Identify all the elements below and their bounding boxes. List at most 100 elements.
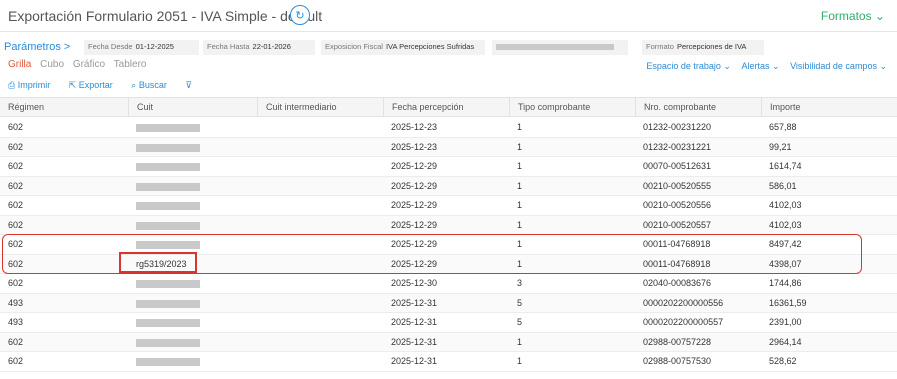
formatos-dropdown[interactable]: Formatos ⌄ [821,9,885,23]
visibilidad-campos-link[interactable]: Visibilidad de campos ⌄ [790,61,887,71]
cell-tipo-comprobante: 1 [517,141,523,152]
table-row[interactable]: 493 2025-12-31 5 0000202200000556 16361,59 [0,293,897,313]
cell-importe: 1744,86 [769,278,802,289]
cell-regimen: 602 [8,336,24,347]
parameters-link[interactable]: Parámetros > [4,41,70,53]
cell-cuit-intermediario [257,216,383,235]
cell-fecha-percepcion: 2025-12-31 [391,356,438,367]
cell-fecha-percepcion: 2025-12-31 [391,317,438,328]
cell-fecha-percepcion: 2025-12-31 [391,336,438,347]
cell-tipo-comprobante: 1 [517,219,523,230]
col-regimen[interactable]: Régimen [0,98,128,116]
cell-regimen: 602 [8,278,24,289]
cell-nro-comprobante: 01232-00231220 [643,122,712,133]
cell-regimen: 602 [8,122,24,133]
col-cuit[interactable]: Cuit [128,98,257,116]
col-nro-comprobante[interactable]: Nro. comprobante [635,98,761,116]
cell-nro-comprobante: 0000202200000557 [643,317,724,328]
buscar-button[interactable]: ⌕ Buscar [131,80,175,90]
refresh-button[interactable]: ↻ [290,5,310,25]
cell-regimen: 602 [8,180,24,191]
col-tipo-comprobante[interactable]: Tipo comprobante [509,98,635,116]
cell-fecha-percepcion: 2025-12-29 [391,200,438,211]
cell-fecha-percepcion: 2025-12-29 [391,161,438,172]
fecha-hasta-param[interactable]: Fecha Hasta 22-01-2026 [203,40,315,55]
cell-cuit [128,118,257,137]
tab-cubo[interactable]: Cubo [40,59,64,70]
cell-cuit-intermediario [257,274,383,293]
table-row[interactable]: 602 2025-12-31 1 02988-00757530 528,62 [0,352,897,372]
cell-cuit-intermediario [257,177,383,196]
refresh-icon: ↻ [295,9,305,22]
cell-importe: 2391,00 [769,317,802,328]
cell-tipo-comprobante: 1 [517,356,523,367]
cell-fecha-percepcion: 2025-12-29 [391,180,438,191]
cell-importe: 657,88 [769,122,797,133]
table-row[interactable]: 602 2025-12-29 1 00210-00520557 4102,03 [0,215,897,235]
cell-tipo-comprobante: 1 [517,180,523,191]
cell-regimen: 602 [8,356,24,367]
cell-fecha-percepcion: 2025-12-23 [391,122,438,133]
cell-nro-comprobante: 02988-00757530 [643,356,712,367]
cell-cuit-intermediario [257,313,383,332]
table-row[interactable]: 602 2025-12-30 3 02040-00083676 1744,86 [0,274,897,294]
cell-nro-comprobante: 01232-00231221 [643,141,712,152]
cell-cuit [128,313,257,332]
cell-importe: 99,21 [769,141,792,152]
table-row[interactable]: 493 2025-12-31 5 0000202200000557 2391,00 [0,313,897,333]
tab-grafico[interactable]: Gráfico [73,59,105,70]
cell-nro-comprobante: 00210-00520555 [643,180,712,191]
cell-tipo-comprobante: 1 [517,200,523,211]
cell-importe: 2964,14 [769,336,802,347]
exportar-button[interactable]: ⇱ Exportar [69,80,121,90]
cell-nro-comprobante: 0000202200000556 [643,297,724,308]
cell-cuit [128,352,257,371]
cell-cuit [128,157,257,176]
grid-toolbar: ⎙ Imprimir ⇱ Exportar ⌕ Buscar ⊽ [8,80,200,91]
cell-cuit [128,138,257,157]
cell-nro-comprobante: 00210-00520557 [643,219,712,230]
cell-cuit-intermediario [257,352,383,371]
page-title: Exportación Formulario 2051 - IVA Simple… [8,8,323,24]
cell-cuit [128,216,257,235]
cell-regimen: 493 [8,297,24,308]
formato-param[interactable]: Formato Percepciones de IVA [642,40,764,55]
cell-tipo-comprobante: 5 [517,317,523,328]
cell-cuit [128,196,257,215]
title-bar: Exportación Formulario 2051 - IVA Simple… [0,0,897,32]
cell-cuit [128,274,257,293]
cell-cuit [128,333,257,352]
col-importe[interactable]: Importe [761,98,897,116]
alertas-link[interactable]: Alertas ⌄ [741,61,779,71]
table-row[interactable]: 602 2025-12-29 1 00070-00512631 1614,74 [0,157,897,177]
cell-fecha-percepcion: 2025-12-23 [391,141,438,152]
cell-importe: 528,62 [769,356,797,367]
table-row[interactable]: 602 2025-12-29 1 00210-00520555 586,01 [0,176,897,196]
table-row[interactable]: 602 2025-12-23 1 01232-00231221 99,21 [0,137,897,157]
cell-cuit [128,294,257,313]
table-row[interactable]: 602 2025-12-23 1 01232-00231220 657,88 [0,118,897,138]
cell-fecha-percepcion: 2025-12-29 [391,219,438,230]
cell-tipo-comprobante: 5 [517,297,523,308]
cell-fecha-percepcion: 2025-12-30 [391,278,438,289]
filter-icon[interactable]: ⊽ [185,80,192,90]
col-cuit-intermediario[interactable]: Cuit intermediario [257,98,383,116]
table-row[interactable]: 602 2025-12-29 1 00210-00520556 4102,03 [0,196,897,216]
cell-cuit [128,177,257,196]
espacio-de-trabajo-link[interactable]: Espacio de trabajo ⌄ [646,61,731,71]
cell-cuit-intermediario [257,294,383,313]
imprimir-button[interactable]: ⎙ Imprimir [8,80,58,90]
exposicion-param[interactable]: Exposicion Fiscal IVA Percepciones Sufrid… [321,40,485,55]
cell-cuit-intermediario [257,138,383,157]
tab-grilla[interactable]: Grilla [8,59,31,70]
cell-regimen: 493 [8,317,24,328]
grid-header: Régimen Cuit Cuit intermediario Fecha pe… [0,97,897,117]
cell-importe: 4102,03 [769,219,802,230]
cell-nro-comprobante: 02040-00083676 [643,278,712,289]
table-row[interactable]: 602 2025-12-31 1 02988-00757228 2964,14 [0,332,897,352]
tab-tablero[interactable]: Tablero [114,59,147,70]
workspace-links: Espacio de trabajo ⌄ Alertas ⌄ Visibilid… [638,61,887,72]
fecha-desde-param[interactable]: Fecha Desde 01-12-2025 [84,40,199,55]
col-fecha-percepcion[interactable]: Fecha percepción [383,98,509,116]
cell-cuit-intermediario [257,157,383,176]
